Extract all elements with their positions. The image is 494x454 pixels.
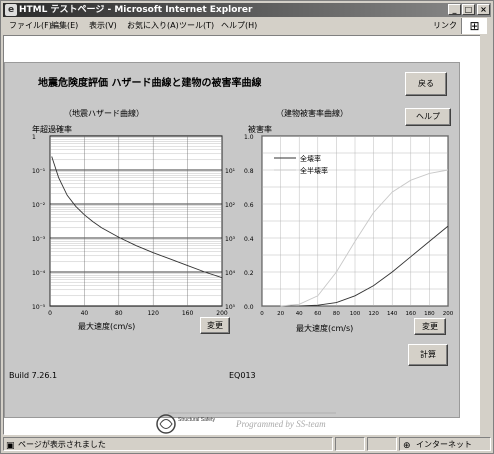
hazard-x-tick-label: 80 (115, 310, 123, 317)
windows-logo-icon: ⊞ (461, 18, 487, 34)
hazard-xlabel: 最大速度(cm/s) (78, 322, 136, 331)
menu-edit[interactable]: 編集(E) (51, 18, 78, 34)
help-button[interactable]: ヘルプ (405, 108, 451, 126)
hazard-return-period-label: 10² (225, 202, 236, 209)
hazard-return-period-label: 10¹ (225, 168, 236, 175)
calculate-button[interactable]: 計算 (408, 344, 448, 366)
hazard-y-tick-label: 10⁻⁴ (32, 270, 46, 277)
fragility-y-tick-label: 0.6 (244, 202, 254, 209)
fragility-x-tick-label: 140 (387, 311, 398, 317)
fragility-y-tick-label: 0.4 (244, 236, 254, 243)
fragility-xlabel: 最大速度(cm/s) (296, 324, 354, 333)
fragility-y-tick-label: 0.8 (244, 168, 254, 175)
fragility-y-tick-label: 1.0 (244, 134, 254, 141)
hazard-x-tick-label: 40 (81, 310, 89, 317)
vertical-scrollbar[interactable] (480, 35, 492, 435)
menu-tools[interactable]: ツール(T) (179, 18, 214, 34)
hazard-return-period-label: 10⁴ (225, 270, 236, 277)
hazard-change-button[interactable]: 変更 (200, 317, 230, 334)
fragility-x-tick-label: 200 (443, 311, 454, 317)
status-cell-empty (335, 437, 365, 451)
ie-icon: e (5, 4, 17, 16)
menu-help[interactable]: ヘルプ(H) (221, 18, 257, 34)
hazard-y-tick-label: 10⁻⁵ (32, 304, 46, 311)
hazard-plot-area (49, 135, 223, 307)
fragility-chart-title: （建物被害率曲線） (276, 109, 348, 118)
hazard-x-tick-label: 120 (147, 310, 159, 317)
status-bar: ▣ ページが表示されました ⊕ インターネット (3, 437, 491, 451)
menu-favorites[interactable]: お気に入り(A) (127, 18, 179, 34)
page-icon: ▣ (6, 441, 15, 451)
build-version: Build 7.26.1 (9, 371, 58, 380)
hazard-y-tick-label: 10⁻² (32, 202, 46, 209)
logo-text: Structural Safety (178, 417, 215, 423)
close-button[interactable]: × (477, 4, 490, 15)
hazard-chart-title: （地震ハザード曲線） (64, 109, 144, 118)
page-content: 地震危険度評価 ハザード曲線と建物の被害率曲線 戻る ヘルプ （地震ハザード曲線… (3, 35, 491, 435)
status-message-cell: ▣ ページが表示されました (3, 437, 333, 451)
hazard-chart: 0 40 80 120 160 200 1 10⁻¹ 10⁻² 10⁻³ 10⁻⁴ 10⁻⁵ 10¹ 10… (32, 134, 236, 317)
fragility-y-tick-label: 0.0 (244, 304, 254, 311)
title-bar: e HTML テストページ - Microsoft Internet Explo… (3, 3, 491, 17)
ss-team-logo: Structural Safety Programmed by SS-team (154, 409, 336, 434)
fragility-x-tick-label: 160 (406, 311, 417, 317)
menu-bar: ファイル(F) 編集(E) 表示(V) お気に入り(A) ツール(T) ヘルプ(… (3, 18, 491, 34)
page-title: 地震危険度評価 ハザード曲線と建物の被害率曲線 (38, 78, 262, 89)
fragility-x-tick-label: 80 (333, 311, 340, 317)
browser-window: e HTML テストページ - Microsoft Internet Explo… (0, 0, 494, 454)
fragility-chart: 0 20 40 60 80 100 120 140 160 180 200 0.0 0.2 0.4 0.6 0… (244, 134, 454, 317)
zone-cell: ⊕ インターネット (399, 437, 491, 451)
hazard-y-tick-label: 1 (32, 134, 36, 141)
programmed-by: Programmed by SS-team (235, 419, 326, 429)
zone-label: インターネット (416, 440, 472, 449)
links-button[interactable]: リンク (433, 18, 457, 34)
hazard-y-tick-label: 10⁻¹ (32, 168, 46, 175)
structural-safety-logo-icon: Structural Safety Programmed by SS-team (156, 412, 336, 434)
eq-code: EQ013 (229, 371, 256, 380)
fragility-change-button[interactable]: 変更 (414, 318, 446, 335)
status-message: ページが表示されました (18, 440, 106, 449)
fragility-x-tick-label: 20 (277, 311, 284, 317)
fragility-x-tick-label: 100 (350, 311, 361, 317)
fragility-x-tick-label: 40 (296, 311, 303, 317)
back-button[interactable]: 戻る (405, 72, 447, 96)
menu-file[interactable]: ファイル(F) (9, 18, 52, 34)
hazard-return-period-label: 10³ (225, 236, 236, 243)
status-cell-empty-2 (367, 437, 397, 451)
fragility-x-tick-label: 60 (314, 311, 321, 317)
fragility-legend-label-1: 全半壊率 (300, 166, 328, 175)
hazard-return-period-label: 10⁵ (225, 304, 236, 311)
fragility-y-tick-label: 0.2 (244, 270, 254, 277)
fragility-x-tick-label: 180 (424, 311, 435, 317)
hazard-x-tick-label: 200 (216, 310, 228, 317)
fragility-x-tick-label: 120 (368, 311, 379, 317)
fragility-legend-label-0: 全壊率 (300, 154, 321, 163)
fragility-x-tick-label: 0 (260, 311, 264, 317)
minimize-button[interactable]: _ (448, 4, 461, 15)
window-title: HTML テストページ - Microsoft Internet Explore… (19, 5, 253, 15)
hazard-x-tick-label: 160 (182, 310, 194, 317)
hazard-y-tick-label: 10⁻³ (32, 236, 46, 243)
menu-view[interactable]: 表示(V) (89, 18, 117, 34)
hazard-x-tick-label: 0 (48, 310, 52, 317)
globe-icon: ⊕ (403, 441, 411, 451)
maximize-button[interactable]: □ (462, 4, 475, 15)
